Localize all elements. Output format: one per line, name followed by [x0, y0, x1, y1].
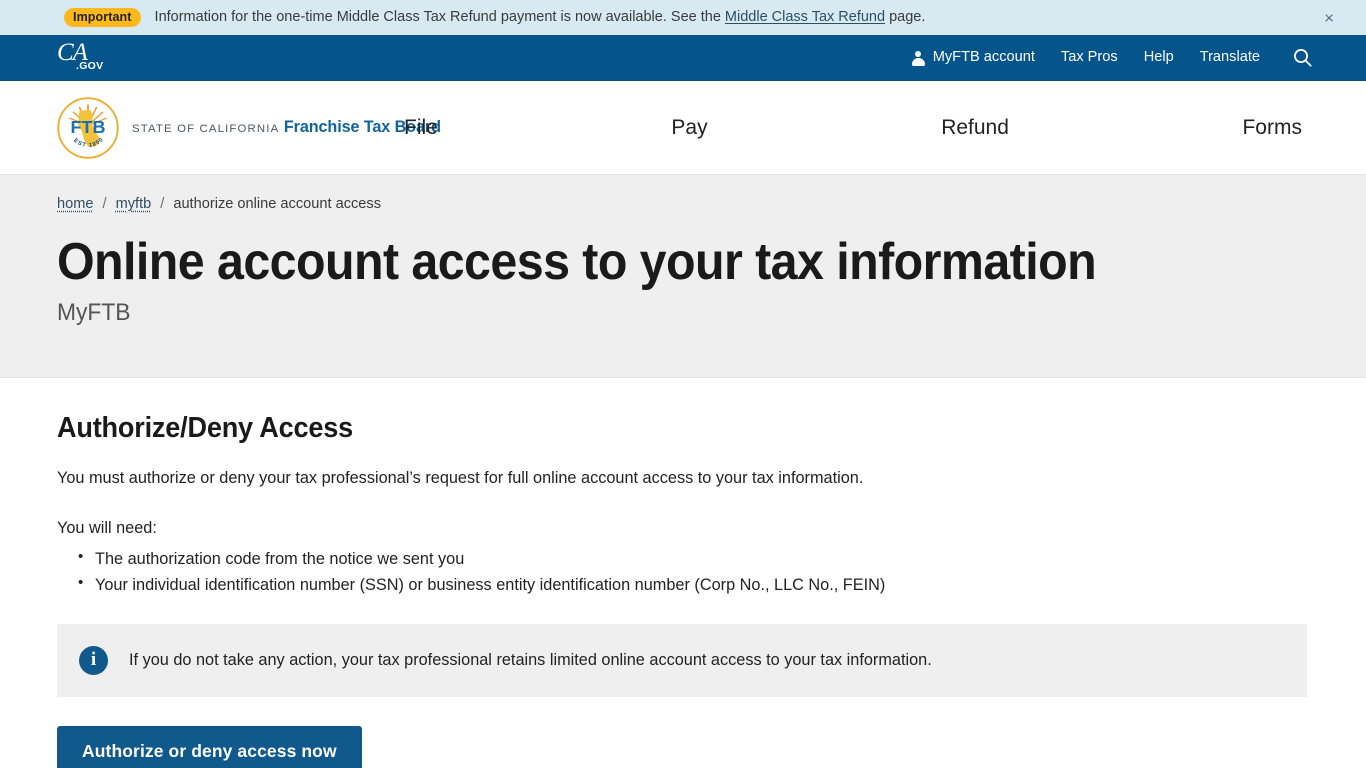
breadcrumb-separator: /	[102, 196, 107, 212]
requirements-label: You will need:	[57, 519, 157, 538]
brand-bar: FTB EST 1950 STATE OF CALIFORNIA Franchi…	[0, 81, 1366, 175]
list-item: Your individual identification number (S…	[78, 572, 1309, 597]
utility-link-label: Help	[1143, 49, 1174, 66]
ftb-home-link[interactable]: FTB EST 1950 STATE OF CALIFORNIA Franchi…	[0, 96, 441, 159]
main-content: Authorize/Deny Access You must authorize…	[0, 378, 1366, 768]
search-button[interactable]	[1273, 48, 1312, 67]
page-subtitle: MyFTB	[57, 298, 131, 326]
alert-text-before: Information for the one-time Middle Clas…	[154, 9, 725, 26]
person-icon	[911, 50, 926, 66]
list-item: The authorization code from the notice w…	[78, 546, 1309, 571]
nav-item-file[interactable]: File	[400, 111, 442, 144]
info-callout-text: If you do not take any action, your tax …	[129, 650, 932, 669]
utility-links: MyFTB account Tax Pros Help Translate	[911, 48, 1312, 67]
utility-link-myftb-account[interactable]: MyFTB account	[911, 49, 1048, 66]
breadcrumb-item-current: authorize online account access	[173, 196, 382, 212]
utility-link-label: Translate	[1199, 49, 1260, 66]
ca-gov-logo-suffix: .GOV	[76, 60, 104, 72]
breadcrumb: home / myftb / authorize online account …	[57, 197, 1309, 212]
brand-state-label: STATE OF CALIFORNIA	[132, 123, 280, 136]
ftb-seal-logo-icon: FTB EST 1950	[57, 96, 119, 159]
alert-text-after: page.	[885, 9, 926, 26]
alert-badge: Important	[64, 7, 141, 28]
info-icon: i	[79, 645, 108, 675]
breadcrumb-item-myftb[interactable]: myftb	[116, 197, 152, 212]
utility-link-label: MyFTB account	[932, 49, 1035, 66]
intro-paragraph: You must authorize or deny your tax prof…	[57, 468, 864, 487]
close-icon[interactable]: ×	[1316, 5, 1342, 30]
nav-item-pay[interactable]: Pay	[667, 111, 711, 144]
breadcrumb-separator: /	[160, 196, 165, 212]
info-callout: i If you do not take any action, your ta…	[57, 623, 1307, 697]
section-heading: Authorize/Deny Access	[57, 412, 353, 444]
authorize-or-deny-access-button[interactable]: Authorize or deny access now	[57, 725, 362, 768]
utility-link-translate[interactable]: Translate	[1187, 50, 1273, 65]
breadcrumb-item-home[interactable]: home	[57, 197, 94, 212]
search-icon	[1294, 49, 1312, 67]
brand-text: STATE OF CALIFORNIA Franchise Tax Board	[132, 117, 441, 137]
page-hero: home / myftb / authorize online account …	[0, 175, 1366, 378]
main-navigation: File Pay Refund Forms	[400, 111, 1306, 144]
nav-item-forms[interactable]: Forms	[1238, 111, 1306, 144]
requirements-list: The authorization code from the notice w…	[57, 546, 1309, 598]
ca-gov-logo[interactable]: CA .GOV	[57, 40, 104, 73]
nav-item-refund[interactable]: Refund	[937, 111, 1013, 144]
alert-message: Information for the one-time Middle Clas…	[155, 10, 926, 25]
utility-link-label: Tax Pros	[1060, 49, 1118, 66]
utility-link-tax-pros[interactable]: Tax Pros	[1048, 50, 1131, 65]
ftb-seal-letters: FTB	[71, 116, 106, 136]
utility-navigation-bar: CA .GOV MyFTB account Tax Pros Help Tran…	[0, 35, 1366, 81]
middle-class-tax-refund-link[interactable]: Middle Class Tax Refund	[725, 9, 885, 25]
page-title: Online account access to your tax inform…	[57, 232, 1097, 291]
utility-link-help[interactable]: Help	[1131, 50, 1187, 65]
important-alert-banner: Important Information for the one-time M…	[0, 0, 1366, 35]
